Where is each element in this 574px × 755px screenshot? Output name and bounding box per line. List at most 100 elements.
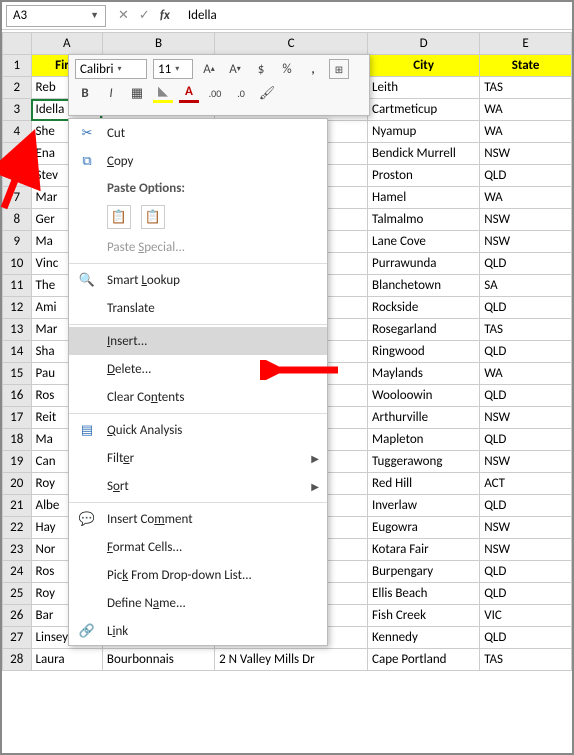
decrease-font-icon[interactable]: A▾ bbox=[225, 59, 245, 79]
comma-format-icon[interactable]: , bbox=[303, 59, 323, 79]
cell[interactable]: Tuggerawong bbox=[368, 451, 480, 473]
format-cells-icon[interactable]: ⊞ bbox=[329, 59, 349, 79]
cell[interactable]: State bbox=[480, 55, 572, 77]
column-headers[interactable]: A B C D E bbox=[3, 33, 572, 55]
col-header[interactable]: C bbox=[215, 33, 368, 55]
row-header[interactable]: 10 bbox=[3, 253, 32, 275]
menu-insert[interactable]: Insert... bbox=[69, 327, 327, 355]
row-header[interactable]: 26 bbox=[3, 605, 32, 627]
row-header[interactable]: 14 bbox=[3, 341, 32, 363]
col-header[interactable]: D bbox=[368, 33, 480, 55]
cell[interactable]: Talmalmo bbox=[368, 209, 480, 231]
menu-delete[interactable]: Delete... bbox=[69, 355, 327, 383]
chevron-down-icon[interactable]: ▼ bbox=[90, 10, 99, 21]
cell[interactable]: Bourbonnais bbox=[102, 649, 214, 671]
menu-filter[interactable]: Filter▶ bbox=[69, 444, 327, 472]
cell[interactable]: Purrawunda bbox=[368, 253, 480, 275]
select-all-corner[interactable] bbox=[3, 33, 32, 55]
cell[interactable]: QLD bbox=[480, 627, 572, 649]
increase-font-icon[interactable]: A▴ bbox=[199, 59, 219, 79]
cell[interactable]: Kennedy bbox=[368, 627, 480, 649]
cell[interactable]: WA bbox=[480, 99, 572, 121]
cell[interactable]: Red Hill bbox=[368, 473, 480, 495]
row-header[interactable]: 21 bbox=[3, 495, 32, 517]
row-header[interactable]: 25 bbox=[3, 583, 32, 605]
cell[interactable]: TAS bbox=[480, 77, 572, 99]
cell[interactable]: WA bbox=[480, 121, 572, 143]
table-row[interactable]: 28LauraBourbonnais2 N Valley Mills DrCap… bbox=[3, 649, 572, 671]
percent-format-icon[interactable]: % bbox=[277, 59, 297, 79]
cell[interactable]: Kotara Fair bbox=[368, 539, 480, 561]
row-header[interactable]: 3 bbox=[3, 99, 32, 121]
row-header[interactable]: 1 bbox=[3, 55, 32, 77]
enter-icon[interactable]: ✓ bbox=[139, 8, 150, 23]
borders-icon[interactable]: ▦ bbox=[127, 83, 147, 103]
cell[interactable]: QLD bbox=[480, 297, 572, 319]
row-header[interactable]: 17 bbox=[3, 407, 32, 429]
cell[interactable]: QLD bbox=[480, 385, 572, 407]
cell[interactable]: City bbox=[368, 55, 480, 77]
cell[interactable]: Mapleton bbox=[368, 429, 480, 451]
col-header[interactable]: E bbox=[480, 33, 572, 55]
menu-insert-comment[interactable]: 💬Insert Comment bbox=[69, 505, 327, 533]
cell[interactable]: SA bbox=[480, 275, 572, 297]
format-painter-icon[interactable]: 🖌 bbox=[257, 83, 277, 103]
row-header[interactable]: 23 bbox=[3, 539, 32, 561]
row-header[interactable]: 13 bbox=[3, 319, 32, 341]
row-header[interactable]: 4 bbox=[3, 121, 32, 143]
cell[interactable]: WA bbox=[480, 187, 572, 209]
menu-define-name[interactable]: Define Name... bbox=[69, 589, 327, 617]
chevron-down-icon[interactable]: ▾ bbox=[117, 64, 121, 74]
cell[interactable]: Maylands bbox=[368, 363, 480, 385]
menu-cut[interactable]: ✂Cut bbox=[69, 119, 327, 147]
col-header[interactable]: B bbox=[102, 33, 214, 55]
cell[interactable]: NSW bbox=[480, 407, 572, 429]
row-header[interactable]: 7 bbox=[3, 187, 32, 209]
mini-toolbar[interactable]: Calibri ▾ 11 ▾ A▴ A▾ $ % , ⊞ B I ▦ ◣ A .… bbox=[68, 54, 370, 116]
cell[interactable]: WA bbox=[480, 363, 572, 385]
menu-translate[interactable]: Translate bbox=[69, 294, 327, 322]
menu-paste-special[interactable]: Paste Special... bbox=[69, 233, 327, 261]
row-header[interactable]: 2 bbox=[3, 77, 32, 99]
bold-icon[interactable]: B bbox=[75, 83, 95, 103]
context-menu[interactable]: ✂Cut ⧉Copy Paste Options: 📋 📋 Paste Spec… bbox=[68, 118, 328, 646]
cell[interactable]: NSW bbox=[480, 517, 572, 539]
cell[interactable]: Nyamup bbox=[368, 121, 480, 143]
cell[interactable]: NSW bbox=[480, 231, 572, 253]
menu-copy[interactable]: ⧉Copy bbox=[69, 147, 327, 175]
formula-value[interactable]: Idella bbox=[182, 8, 568, 23]
fill-color-icon[interactable]: ◣ bbox=[153, 83, 173, 103]
cell[interactable]: Burpengary bbox=[368, 561, 480, 583]
cell[interactable]: TAS bbox=[480, 319, 572, 341]
font-family-combo[interactable]: Calibri ▾ bbox=[75, 59, 147, 79]
cell[interactable]: NSW bbox=[480, 209, 572, 231]
cell[interactable]: Proston bbox=[368, 165, 480, 187]
cell[interactable]: Cape Portland bbox=[368, 649, 480, 671]
row-header[interactable]: 9 bbox=[3, 231, 32, 253]
cell[interactable]: NSW bbox=[480, 143, 572, 165]
cell[interactable]: ACT bbox=[480, 473, 572, 495]
accounting-format-icon[interactable]: $ bbox=[251, 59, 271, 79]
cancel-icon[interactable]: ✕ bbox=[118, 8, 129, 23]
cell[interactable]: QLD bbox=[480, 165, 572, 187]
cell[interactable]: QLD bbox=[480, 253, 572, 275]
row-header[interactable]: 19 bbox=[3, 451, 32, 473]
row-header[interactable]: 28 bbox=[3, 649, 32, 671]
cell[interactable]: QLD bbox=[480, 583, 572, 605]
menu-pick-from-list[interactable]: Pick From Drop-down List... bbox=[69, 561, 327, 589]
cell[interactable]: Ellis Beach bbox=[368, 583, 480, 605]
row-header[interactable]: 6 bbox=[3, 165, 32, 187]
menu-format-cells[interactable]: Format Cells... bbox=[69, 533, 327, 561]
cell[interactable]: TAS bbox=[480, 649, 572, 671]
cell[interactable]: Eugowra bbox=[368, 517, 480, 539]
row-header[interactable]: 11 bbox=[3, 275, 32, 297]
row-header[interactable]: 20 bbox=[3, 473, 32, 495]
cell[interactable]: Leith bbox=[368, 77, 480, 99]
row-header[interactable]: 22 bbox=[3, 517, 32, 539]
menu-clear-contents[interactable]: Clear Contents bbox=[69, 383, 327, 411]
cell[interactable]: Wooloowin bbox=[368, 385, 480, 407]
cell[interactable]: Laura bbox=[31, 649, 102, 671]
chevron-down-icon[interactable]: ▾ bbox=[175, 64, 179, 74]
cell[interactable]: QLD bbox=[480, 429, 572, 451]
row-header[interactable]: 18 bbox=[3, 429, 32, 451]
